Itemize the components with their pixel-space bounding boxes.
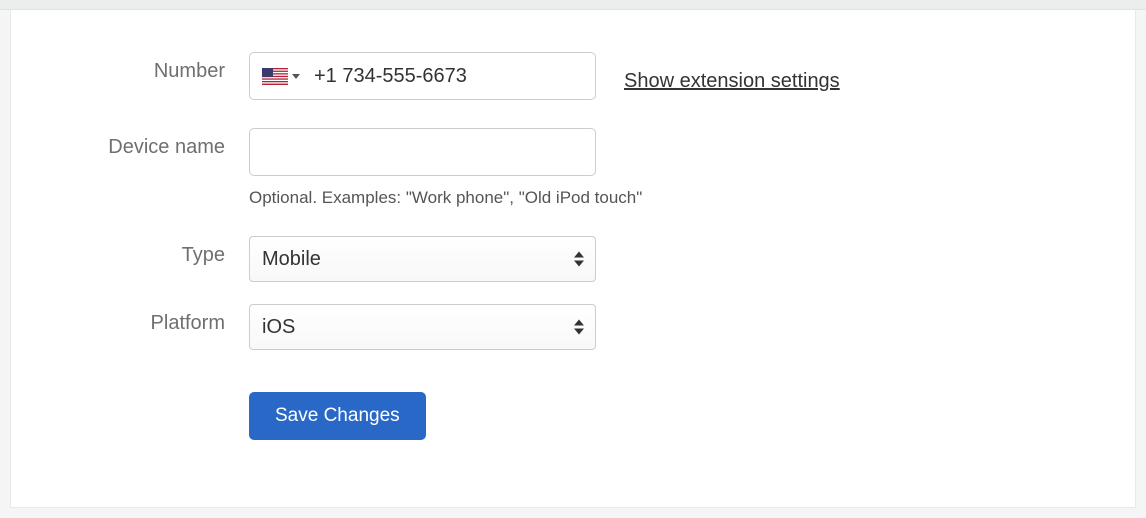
label-number: Number [11,52,249,83]
label-platform: Platform [11,304,249,335]
device-name-help: Optional. Examples: "Work phone", "Old i… [249,188,642,208]
row-number: Number [11,52,1135,100]
label-device-name: Device name [11,128,249,159]
row-device-name: Device name Optional. Examples: "Work ph… [11,128,1135,208]
us-flag-icon[interactable] [262,68,288,85]
show-extension-settings-link[interactable]: Show extension settings [624,60,840,93]
phone-input[interactable] [314,65,583,88]
device-name-input[interactable] [249,128,596,176]
row-type: Type Mobile [11,236,1135,282]
row-platform: Platform iOS [11,304,1135,350]
form-panel: Number [10,10,1136,508]
label-type: Type [11,236,249,267]
type-select[interactable]: Mobile [249,236,596,282]
save-changes-button[interactable]: Save Changes [249,392,426,440]
row-submit: Save Changes [11,392,1135,440]
top-bar [0,0,1146,10]
chevron-down-icon[interactable] [292,74,300,79]
phone-input-wrap[interactable] [249,52,596,100]
platform-select[interactable]: iOS [249,304,596,350]
